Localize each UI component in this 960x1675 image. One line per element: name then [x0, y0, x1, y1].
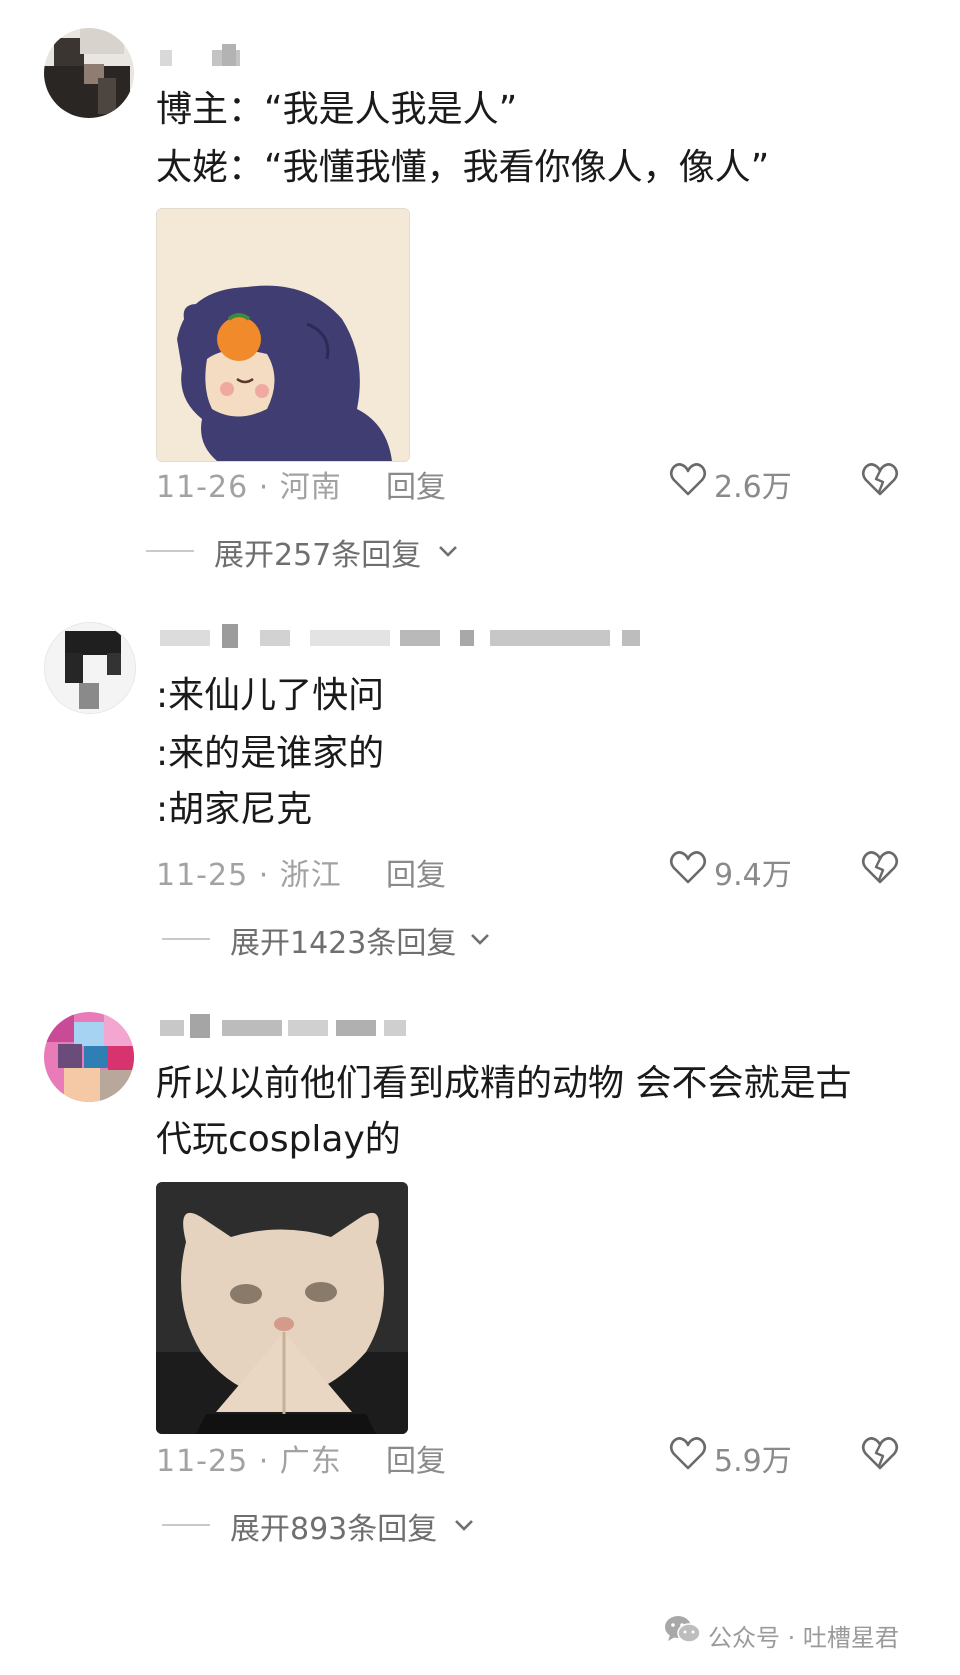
heart-icon[interactable] [668, 848, 708, 896]
comment-meta: 11-26 · 河南 回复 2.6万 [156, 458, 916, 506]
reply-button[interactable]: 回复 [386, 1436, 446, 1480]
like-count: 2.6万 [714, 470, 792, 505]
reply-button[interactable]: 回复 [386, 850, 446, 894]
expand-replies-label: 展开1423条回复 [230, 926, 457, 961]
username-blurred[interactable] [160, 1014, 420, 1042]
comment-text-line: 博主：“我是人我是人” [156, 89, 518, 130]
avatar[interactable] [44, 1012, 134, 1102]
divider [162, 1524, 210, 1526]
expand-replies-label: 展开257条回复 [214, 538, 422, 573]
avatar[interactable] [44, 622, 136, 714]
comment-meta: 11-25 · 广东 回复 5.9万 [156, 1432, 916, 1480]
blue-hooded-chibi-sticker[interactable] [156, 208, 410, 462]
comment-text-line: :来的是谁家的 [156, 733, 385, 774]
expand-replies-button[interactable]: 展开1423条回复 [162, 916, 522, 961]
expand-replies-button[interactable]: 展开893条回复 [162, 1502, 502, 1547]
divider [162, 938, 210, 940]
broken-heart-icon[interactable] [860, 460, 900, 508]
heart-icon[interactable] [668, 460, 708, 508]
praying-cat-sticker[interactable] [156, 1182, 408, 1434]
broken-heart-icon[interactable] [860, 1434, 900, 1482]
comment-text-line: 所以以前他们看到成精的动物 会不会就是古 [156, 1063, 852, 1104]
like-count: 5.9万 [714, 1444, 792, 1479]
comment-text-line: :胡家尼克 [156, 789, 313, 830]
comment-date-location: 11-25 · 浙江 [156, 858, 342, 893]
comment-meta: 11-25 · 浙江 回复 9.4万 [156, 846, 916, 894]
comment-item: 所以以前他们看到成精的动物 会不会就是古 代玩cosplay的 11-25 · … [0, 1000, 960, 1580]
expand-replies-button[interactable]: 展开257条回复 [146, 528, 476, 573]
username-blurred[interactable] [160, 624, 660, 652]
watermark-text: 公众号 · 吐槽星君 [708, 1624, 899, 1652]
comment-date-location: 11-26 · 河南 [156, 470, 342, 505]
comment-item: :来仙儿了快问 :来的是谁家的 :胡家尼克 11-25 · 浙江 回复 9.4万… [0, 600, 960, 980]
divider [146, 550, 194, 552]
username-blurred[interactable] [160, 44, 260, 72]
comment-text-line: :来仙儿了快问 [156, 675, 385, 716]
comment-text-line: 代玩cosplay的 [156, 1119, 401, 1160]
broken-heart-icon[interactable] [860, 848, 900, 896]
chevron-down-icon [452, 1510, 476, 1545]
chevron-down-icon [436, 536, 460, 571]
comment-text-line: 太姥：“我懂我懂，我看你像人，像人” [156, 147, 770, 188]
reply-button[interactable]: 回复 [386, 462, 446, 506]
like-count: 9.4万 [714, 858, 792, 893]
heart-icon[interactable] [668, 1434, 708, 1482]
comment-date-location: 11-25 · 广东 [156, 1444, 342, 1479]
wechat-icon [664, 1614, 702, 1652]
comment-item: 博主：“我是人我是人” 太姥：“我懂我懂，我看你像人，像人” 11-26 · 河… [0, 0, 960, 590]
expand-replies-label: 展开893条回复 [230, 1512, 438, 1547]
chevron-down-icon [468, 924, 492, 959]
avatar[interactable] [44, 28, 134, 118]
